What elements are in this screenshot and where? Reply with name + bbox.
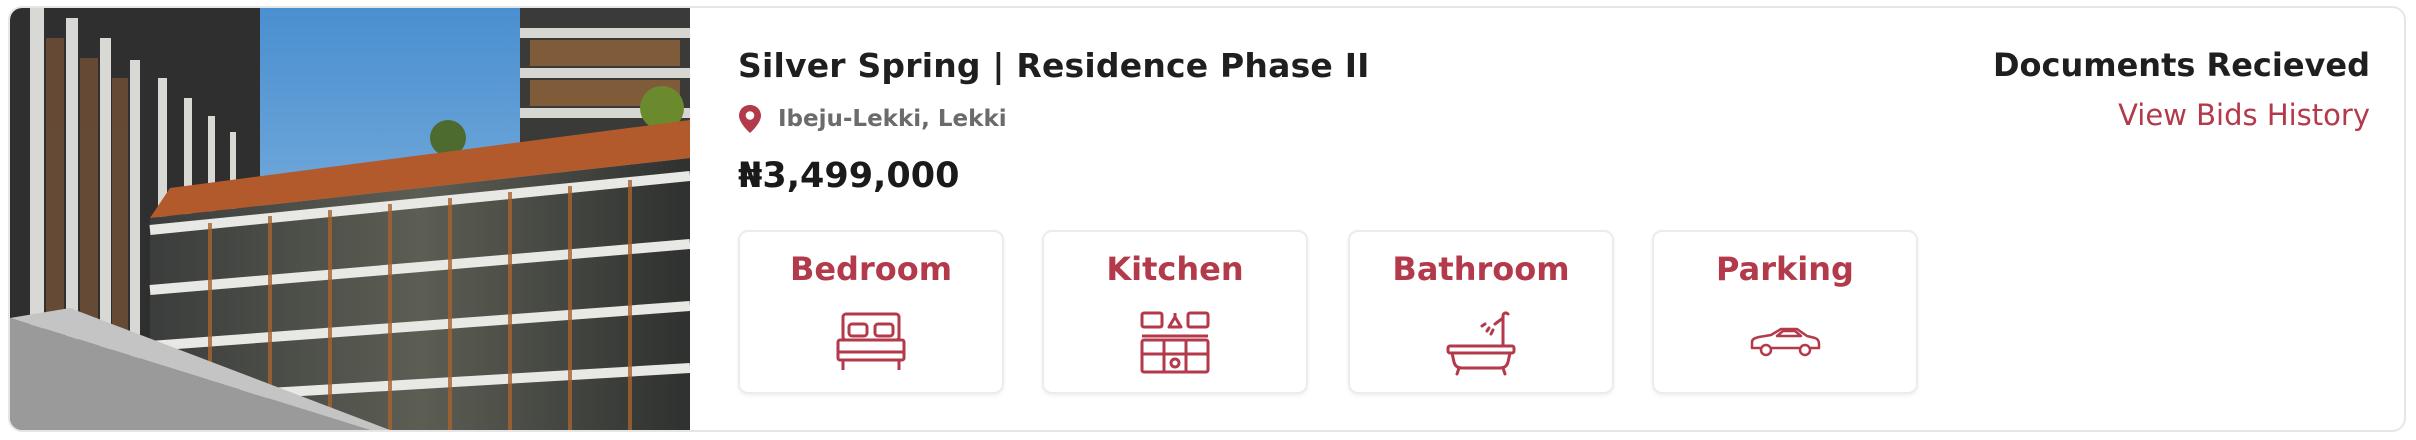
amenity-label: Bedroom: [789, 250, 953, 288]
listing-price: ₦3,499,000: [738, 156, 960, 196]
bathtub-icon: [1446, 311, 1516, 376]
amenity-parking[interactable]: Parking: [1652, 230, 1918, 394]
property-photo: [10, 8, 690, 430]
amenity-bathroom[interactable]: Bathroom: [1348, 230, 1614, 394]
listing-card[interactable]: Silver Spring | Residence Phase II Ibeju…: [8, 6, 2406, 432]
amenity-bedroom[interactable]: Bedroom: [738, 230, 1004, 394]
status-label: Documents Recieved: [1992, 46, 2370, 84]
amenity-label: Bathroom: [1392, 250, 1570, 288]
location-pin-icon: [739, 105, 761, 133]
amenity-kitchen[interactable]: Kitchen: [1042, 230, 1308, 394]
kitchen-icon: [1140, 311, 1210, 374]
location-row: Ibeju-Lekki, Lekki: [738, 104, 1007, 134]
car-icon: [1750, 327, 1821, 357]
location-text: Ibeju-Lekki, Lekki: [778, 106, 1007, 132]
amenity-label: Parking: [1716, 250, 1854, 288]
view-bids-history-link[interactable]: View Bids History: [2118, 98, 2370, 132]
listing-title: Silver Spring | Residence Phase II: [738, 46, 1370, 85]
amenity-label: Kitchen: [1106, 250, 1244, 288]
bed-icon: [836, 312, 906, 370]
